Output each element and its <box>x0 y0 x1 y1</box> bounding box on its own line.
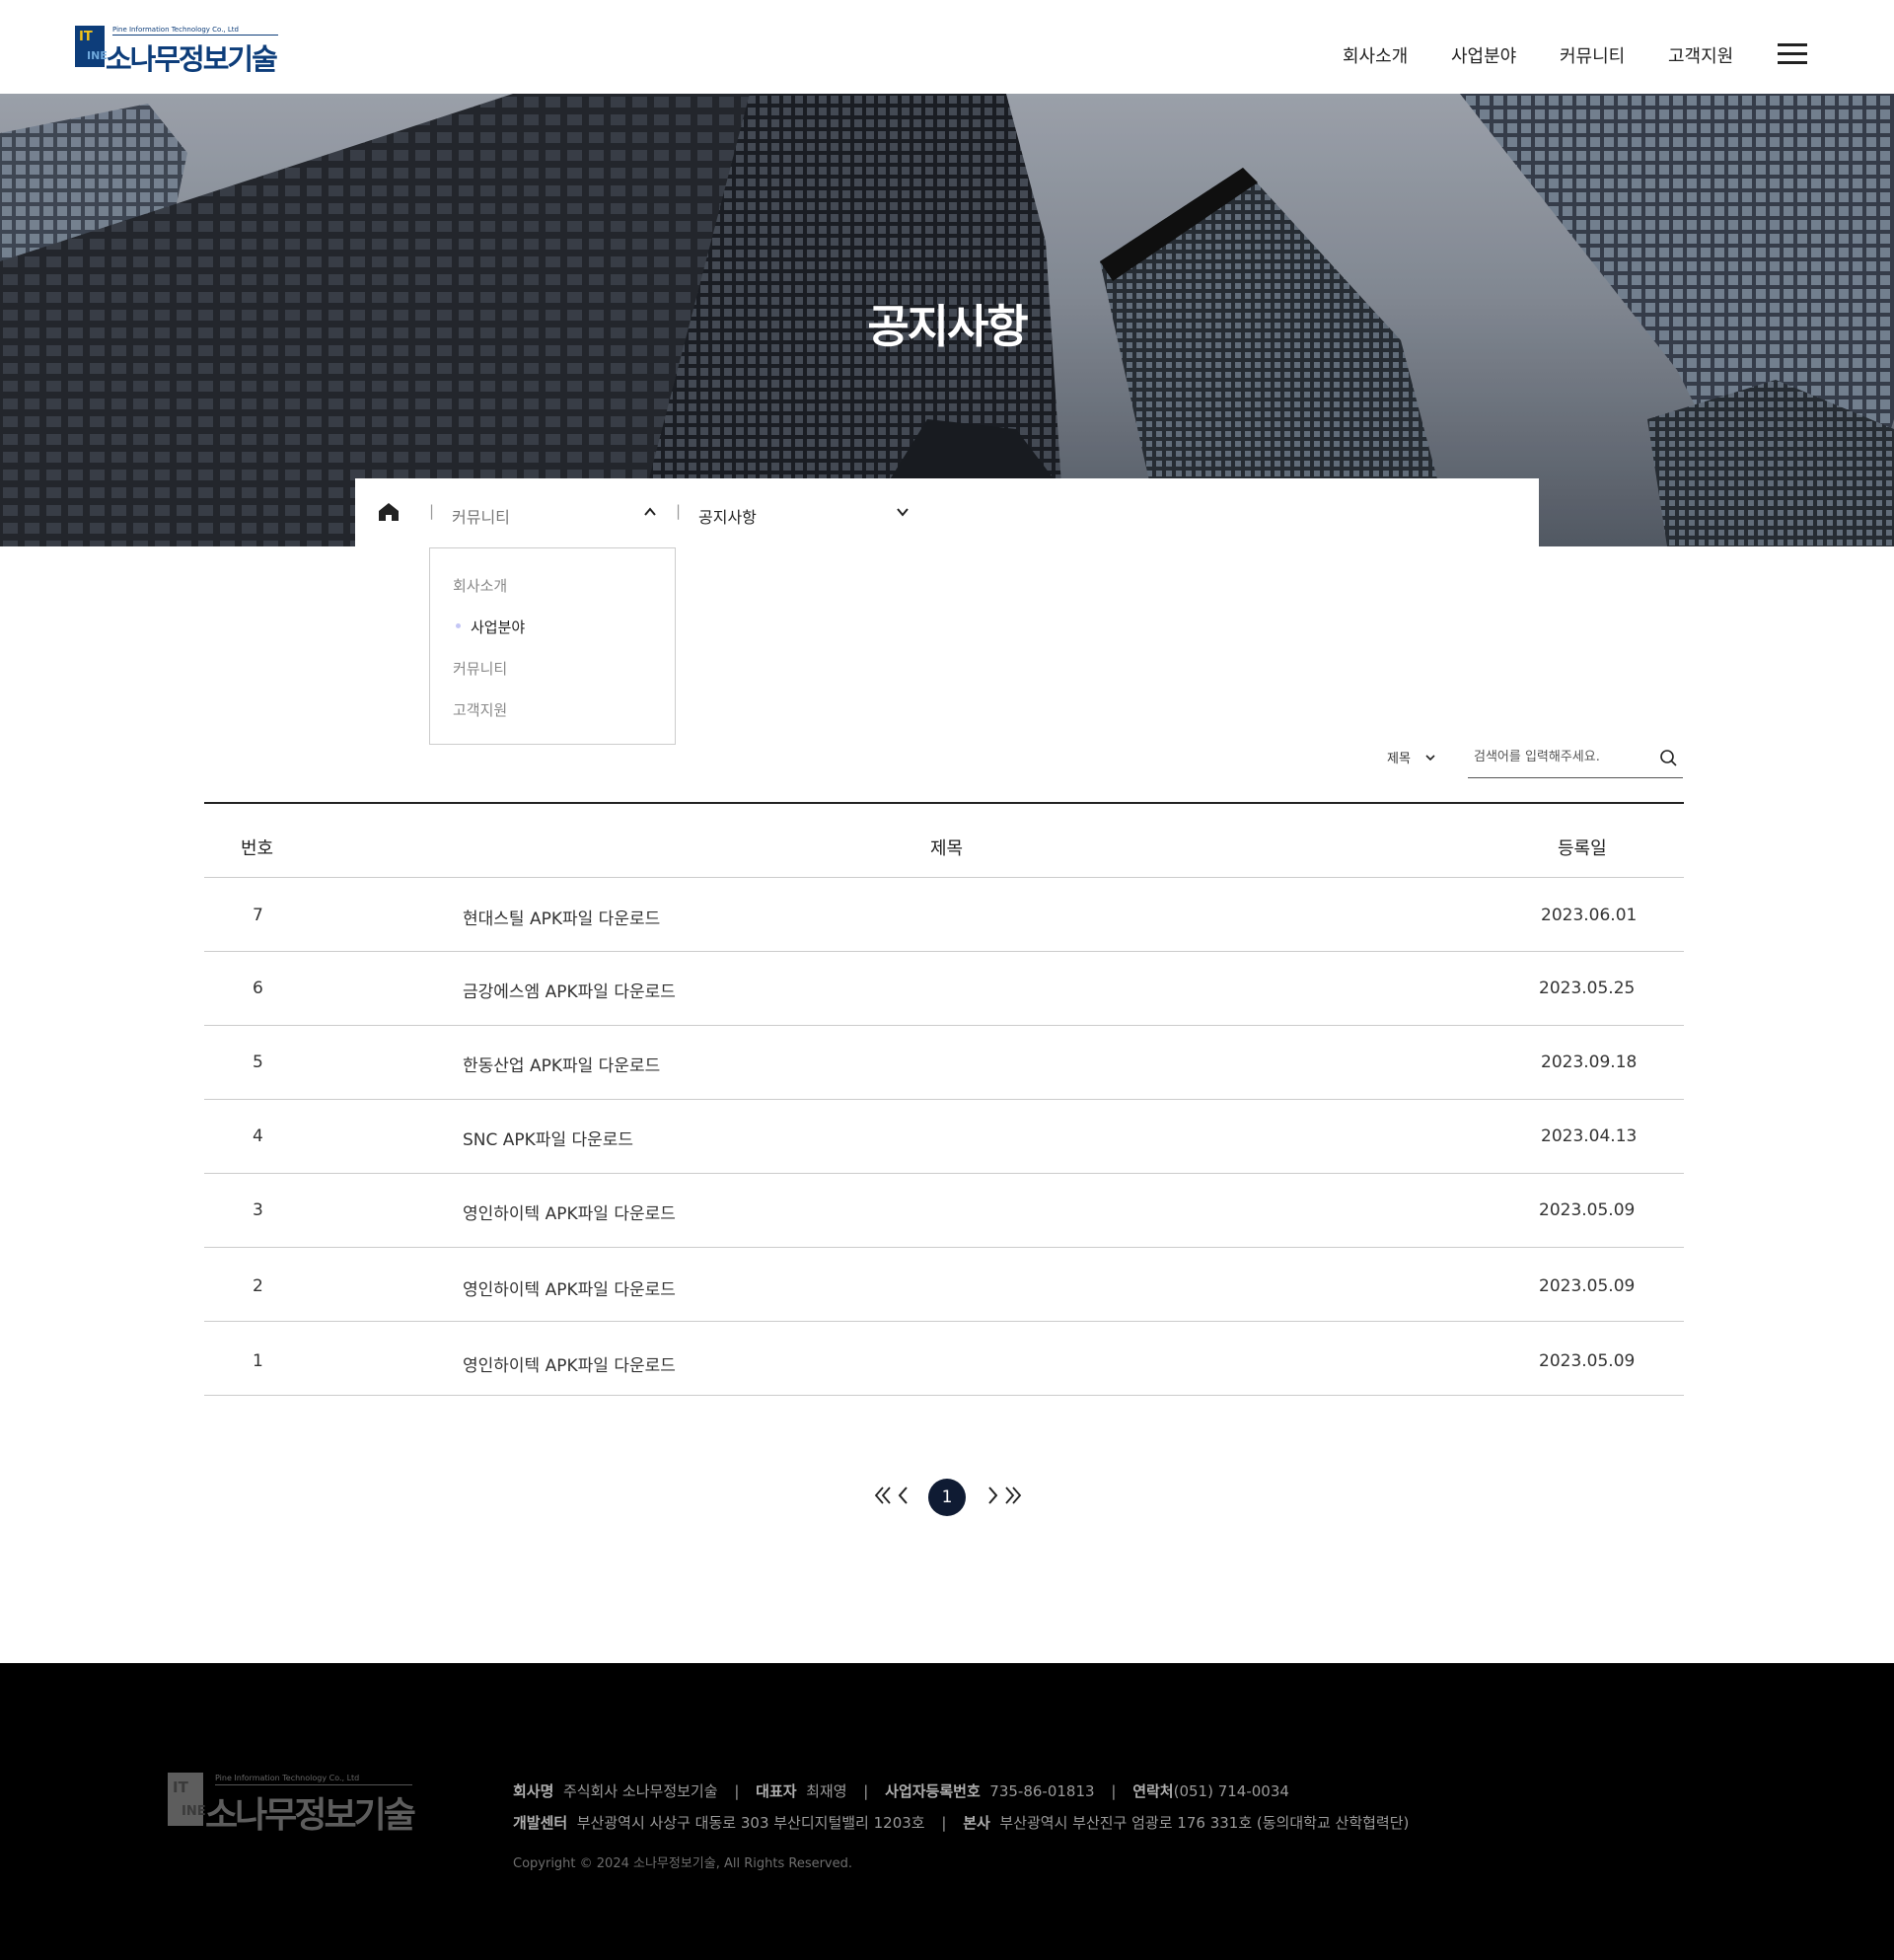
row-date: 2023.05.25 <box>1539 979 1636 998</box>
dropdown-item-support[interactable]: 고객지원 <box>453 699 507 720</box>
nav-support[interactable]: 고객지원 <box>1668 42 1733 68</box>
footer-separator: | <box>1111 1782 1117 1800</box>
biz-number-label: 사업자등록번호 <box>885 1782 981 1800</box>
row-date: 2023.06.01 <box>1541 906 1638 925</box>
row-number: 2 <box>253 1276 263 1296</box>
page-title: 공지사항 <box>867 300 1028 353</box>
search-input[interactable] <box>1474 746 1651 767</box>
logo-mark: IT INE <box>75 26 108 67</box>
breadcrumb: | 커뮤니티 | 공지사항 <box>355 478 1539 546</box>
row-date: 2023.05.09 <box>1539 1351 1636 1371</box>
footer-logo[interactable]: IT INE Pine Information Technology Co., … <box>168 1773 416 1836</box>
site-footer: IT INE Pine Information Technology Co., … <box>0 1663 1894 1960</box>
site-logo[interactable]: IT INE Pine Information Technology Co., … <box>75 26 278 76</box>
dropdown-item-community[interactable]: 커뮤니티 <box>453 658 507 679</box>
row-title[interactable]: 영인하이텍 APK파일 다운로드 <box>463 1275 676 1300</box>
chevron-down-icon[interactable] <box>896 505 910 519</box>
table-row[interactable]: 7 현대스틸 APK파일 다운로드 2023.06.01 <box>204 878 1684 952</box>
dropdown-item-business[interactable]: 사업분야 <box>471 617 525 637</box>
search-box <box>1468 738 1683 778</box>
hq-label: 본사 <box>963 1814 990 1832</box>
column-header-date: 등록일 <box>1558 838 1607 859</box>
table-row[interactable]: 2 영인하이텍 APK파일 다운로드 2023.05.09 <box>204 1248 1684 1322</box>
table-header: 번호 제목 등록일 <box>204 802 1684 878</box>
column-header-title: 제목 <box>930 838 964 859</box>
column-header-no: 번호 <box>241 838 274 859</box>
table-row[interactable]: 1 영인하이텍 APK파일 다운로드 2023.05.09 <box>204 1322 1684 1396</box>
row-number: 3 <box>253 1200 263 1220</box>
home-icon[interactable] <box>378 502 400 522</box>
dev-center-value: 부산광역시 사상구 대동로 303 부산디지털밸리 1203호 <box>576 1814 925 1832</box>
ceo-value: 최재영 <box>806 1782 847 1800</box>
row-date: 2023.05.09 <box>1539 1276 1636 1296</box>
row-date: 2023.04.13 <box>1541 1126 1638 1146</box>
table-row[interactable]: 6 금강에스엠 APK파일 다운로드 2023.05.25 <box>204 952 1684 1026</box>
contact-value: (051) 714-0034 <box>1173 1782 1289 1800</box>
prev-page-icon[interactable] <box>892 1484 917 1507</box>
contact-label: 연락처 <box>1132 1782 1174 1800</box>
breadcrumb-separator: | <box>676 502 682 520</box>
table-row[interactable]: 4 SNC APK파일 다운로드 2023.04.13 <box>204 1100 1684 1174</box>
footer-separator: | <box>734 1782 740 1800</box>
search-field-select[interactable]: 제목 <box>1387 748 1411 766</box>
row-number: 7 <box>253 906 263 925</box>
dev-center-label: 개발센터 <box>513 1814 568 1832</box>
footer-separator: | <box>941 1814 947 1832</box>
search-icon[interactable] <box>1659 749 1677 766</box>
hamburger-icon[interactable] <box>1778 43 1807 65</box>
logo-tagline: Pine Information Technology Co., Ltd <box>112 26 239 34</box>
page-number-current[interactable]: 1 <box>928 1479 966 1516</box>
footer-logo-tagline: Pine Information Technology Co., Ltd <box>215 1774 360 1782</box>
footer-address-info: 개발센터 부산광역시 사상구 대동로 303 부산디지털밸리 1203호 | 본… <box>513 1812 1409 1833</box>
row-number: 5 <box>253 1053 263 1072</box>
row-title[interactable]: 영인하이텍 APK파일 다운로드 <box>463 1351 676 1376</box>
dropdown-item-company[interactable]: 회사소개 <box>453 575 507 596</box>
row-title[interactable]: 한동산업 APK파일 다운로드 <box>463 1052 660 1076</box>
chevron-up-icon[interactable] <box>643 505 657 519</box>
row-title[interactable]: 영인하이텍 APK파일 다운로드 <box>463 1199 676 1224</box>
nav-business[interactable]: 사업분야 <box>1451 42 1516 68</box>
copyright: Copyright © 2024 소나무정보기술, All Rights Res… <box>513 1856 853 1871</box>
company-value: 주식회사 소나무정보기술 <box>562 1782 718 1800</box>
hq-value: 부산광역시 부산진구 엄광로 176 331호 (동의대학교 산학협력단) <box>999 1814 1410 1832</box>
footer-logo-mark: IT INE <box>168 1773 206 1826</box>
biz-number-value: 735-86-01813 <box>989 1782 1095 1800</box>
row-number: 4 <box>253 1126 263 1146</box>
footer-separator: | <box>863 1782 869 1800</box>
row-number: 1 <box>253 1351 263 1371</box>
table-row[interactable]: 3 영인하이텍 APK파일 다운로드 2023.05.09 <box>204 1174 1684 1248</box>
row-title[interactable]: SNC APK파일 다운로드 <box>463 1125 633 1150</box>
footer-logo-name: 소나무정보기술 <box>205 1795 416 1836</box>
breadcrumb-separator: | <box>429 502 435 520</box>
row-number: 6 <box>253 979 263 998</box>
ceo-label: 대표자 <box>756 1782 797 1800</box>
breadcrumb-level2[interactable]: 공지사항 <box>698 504 757 528</box>
row-title[interactable]: 현대스틸 APK파일 다운로드 <box>463 905 660 929</box>
breadcrumb-dropdown-menu: 회사소개 사업분야 커뮤니티 고객지원 <box>429 547 676 745</box>
nav-company[interactable]: 회사소개 <box>1343 42 1408 68</box>
breadcrumb-level1[interactable]: 커뮤니티 <box>452 504 510 528</box>
last-page-icon[interactable] <box>997 1484 1023 1507</box>
logo-name: 소나무정보기술 <box>106 42 278 76</box>
row-date: 2023.09.18 <box>1541 1053 1638 1072</box>
active-dot <box>456 623 461 628</box>
site-header: IT INE Pine Information Technology Co., … <box>0 0 1894 94</box>
company-label: 회사명 <box>513 1782 554 1800</box>
chevron-down-icon[interactable] <box>1424 752 1436 763</box>
row-date: 2023.05.09 <box>1539 1200 1636 1220</box>
row-title[interactable]: 금강에스엠 APK파일 다운로드 <box>463 978 676 1002</box>
table-row[interactable]: 5 한동산업 APK파일 다운로드 2023.09.18 <box>204 1026 1684 1100</box>
footer-company-info: 회사명 주식회사 소나무정보기술 | 대표자 최재영 | 사업자등록번호 735… <box>513 1780 1289 1801</box>
nav-community[interactable]: 커뮤니티 <box>1560 42 1625 68</box>
